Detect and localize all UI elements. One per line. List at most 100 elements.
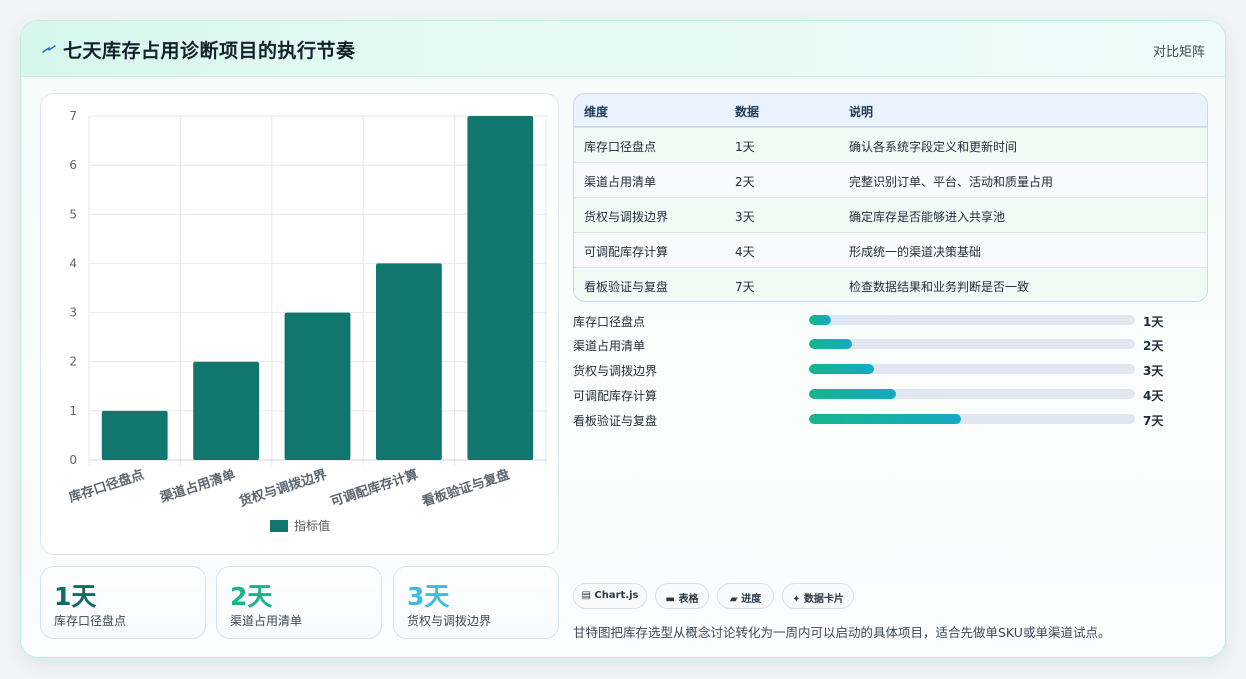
- legend-swatch: [270, 520, 288, 532]
- progress-fill: [809, 339, 853, 349]
- footer-note: 甘特图把库存选型从概念讨论转化为一周内可以启动的具体项目，适合先做单SKU或单渠…: [573, 625, 1111, 640]
- table-header-cell: 说明: [849, 105, 874, 119]
- chip-label: 数据卡片: [803, 594, 844, 605]
- table-cell: 看板验证与复盘: [584, 280, 669, 294]
- chip-label: Chart.js: [594, 590, 639, 601]
- y-tick-label: 3: [69, 306, 77, 320]
- table-cell: 库存口径盘点: [584, 140, 657, 154]
- chip-data-card[interactable]: ✦ 数据卡片: [782, 583, 854, 609]
- legend-label: 指标值: [294, 518, 330, 533]
- x-tick-label: 可调配库存计算: [329, 467, 421, 510]
- progress-row: 库存口径盘点 1天: [573, 311, 1208, 331]
- progress-track: [809, 364, 1135, 374]
- progress-track: [809, 389, 1135, 399]
- table-cell: 完整识别订单、平台、活动和质量占用: [849, 175, 1054, 189]
- progress-fill: [809, 315, 831, 325]
- progress-track: [809, 414, 1135, 424]
- kpi-label: 货权与调拨边界: [407, 614, 492, 628]
- y-tick-label: 4: [69, 256, 77, 270]
- table-cell: 可调配库存计算: [584, 245, 669, 259]
- progress-list: 库存口径盘点 1天 渠道占用清单 2天 货权与调拨边界 3天 可调配库存计算 4…: [573, 311, 1208, 431]
- table-row: 看板验证与复盘 7天 检查数据结果和业务判断是否一致: [574, 267, 1207, 301]
- table-cell: 2天: [735, 175, 755, 189]
- table-header-cell: 数据: [735, 105, 760, 119]
- chip-progress[interactable]: ▰ 进度: [717, 583, 774, 609]
- table-cell: 确定库存是否能够进入共享池: [849, 210, 1006, 224]
- card-header: 七天库存占用诊断项目的执行节奏 对比矩阵: [21, 21, 1225, 77]
- progress-row: 货权与调拨边界 3天: [573, 360, 1208, 380]
- progress-row: 可调配库存计算 4天: [573, 385, 1208, 405]
- chip-label: 表格: [678, 594, 699, 605]
- table-row: 可调配库存计算 4天 形成统一的渠道决策基础: [574, 232, 1207, 267]
- bolt-icon: [42, 45, 56, 53]
- chip-label: 进度: [741, 594, 762, 605]
- page-title: 七天库存占用诊断项目的执行节奏: [63, 40, 356, 62]
- progress-label: 看板验证与复盘: [573, 414, 658, 428]
- progress-value: 7天: [1143, 414, 1164, 428]
- table-cell: 3天: [735, 210, 755, 224]
- table-cell: 检查数据结果和业务判断是否一致: [849, 280, 1030, 294]
- chip-chartjs[interactable]: ▤ Chart.js: [573, 583, 647, 609]
- progress-label: 可调配库存计算: [573, 389, 658, 403]
- progress-label: 渠道占用清单: [573, 339, 646, 353]
- progress-value: 4天: [1143, 389, 1164, 403]
- table-cell: 7天: [735, 280, 755, 294]
- progress-track: [809, 315, 1135, 325]
- kpi-value: 1天: [54, 582, 97, 611]
- progress-value: 2天: [1143, 339, 1164, 353]
- x-tick-label: 库存口径盘点: [67, 467, 146, 506]
- bar: [193, 361, 260, 460]
- bar-chart: 0 1 2 3 4 5 6 7 库存口径盘点 渠道占用清单 货权与调拨边界 可调配库存计算 看板验证与复…: [67, 109, 547, 533]
- kpi-card: 1天 库存口径盘点: [40, 566, 206, 639]
- y-tick-label: 6: [69, 158, 77, 172]
- table-header-row: 维度 数据 说明: [574, 94, 1207, 127]
- table-row: 渠道占用清单 2天 完整识别订单、平台、活动和质量占用: [574, 162, 1207, 197]
- compare-matrix-link[interactable]: 对比矩阵: [1153, 41, 1205, 60]
- table-row: 货权与调拨边界 3天 确定库存是否能够进入共享池: [574, 197, 1207, 232]
- main-card: 七天库存占用诊断项目的执行节奏 对比矩阵 0 1 2 3 4 5 6 7 库存口径盘点 渠道占用清…: [20, 20, 1226, 658]
- data-table: 维度 数据 说明 库存口径盘点 1天 确认各系统字段定义和更新时间 渠道占用清单…: [573, 93, 1208, 302]
- kpi-value: 2天: [230, 582, 273, 611]
- bar-chart-panel: 0 1 2 3 4 5 6 7 库存口径盘点 渠道占用清单 货权与调拨边界 可调配库存计算 看板验证与复…: [40, 93, 559, 555]
- table-cell: 形成统一的渠道决策基础: [849, 245, 982, 259]
- progress-icon: ▰: [729, 594, 738, 605]
- y-tick-label: 7: [69, 109, 77, 123]
- progress-fill: [809, 414, 962, 424]
- y-tick-label: 0: [69, 453, 77, 467]
- kpi-card: 2天 渠道占用清单: [216, 566, 382, 639]
- progress-value: 1天: [1143, 315, 1164, 329]
- table-cell: 渠道占用清单: [584, 175, 657, 189]
- table-icon: ▬: [665, 594, 675, 605]
- bar: [467, 116, 534, 460]
- progress-label: 库存口径盘点: [573, 315, 646, 329]
- kpi-label: 库存口径盘点: [54, 614, 127, 628]
- card-icon: ✦: [792, 594, 801, 605]
- table-cell: 确认各系统字段定义和更新时间: [849, 140, 1018, 154]
- y-tick-label: 1: [69, 404, 77, 418]
- progress-value: 3天: [1143, 364, 1164, 378]
- kpi-card: 3天 货权与调拨边界: [393, 566, 559, 639]
- y-tick-label: 5: [69, 207, 77, 221]
- kpi-value: 3天: [407, 582, 450, 611]
- progress-row: 渠道占用清单 2天: [573, 335, 1208, 355]
- progress-fill: [809, 364, 875, 374]
- x-tick-label: 渠道占用清单: [157, 467, 237, 507]
- table-row: 库存口径盘点 1天 确认各系统字段定义和更新时间: [574, 127, 1207, 162]
- chart-icon: ▤: [581, 590, 591, 601]
- table-header-cell: 维度: [584, 105, 609, 119]
- chip-table[interactable]: ▬ 表格: [655, 583, 709, 609]
- bar: [375, 263, 442, 460]
- bar: [284, 312, 351, 460]
- table-cell: 1天: [735, 140, 755, 154]
- x-tick-label: 货权与调拨边界: [237, 467, 329, 510]
- progress-label: 货权与调拨边界: [573, 364, 658, 378]
- kpi-label: 渠道占用清单: [230, 614, 303, 628]
- table-cell: 4天: [735, 245, 755, 259]
- x-tick-label: 看板验证与复盘: [420, 467, 512, 510]
- table-cell: 货权与调拨边界: [584, 210, 669, 224]
- bar: [101, 410, 168, 460]
- y-tick-label: 2: [69, 355, 77, 369]
- progress-row: 看板验证与复盘 7天: [573, 410, 1208, 430]
- progress-track: [809, 339, 1135, 349]
- progress-fill: [809, 389, 896, 399]
